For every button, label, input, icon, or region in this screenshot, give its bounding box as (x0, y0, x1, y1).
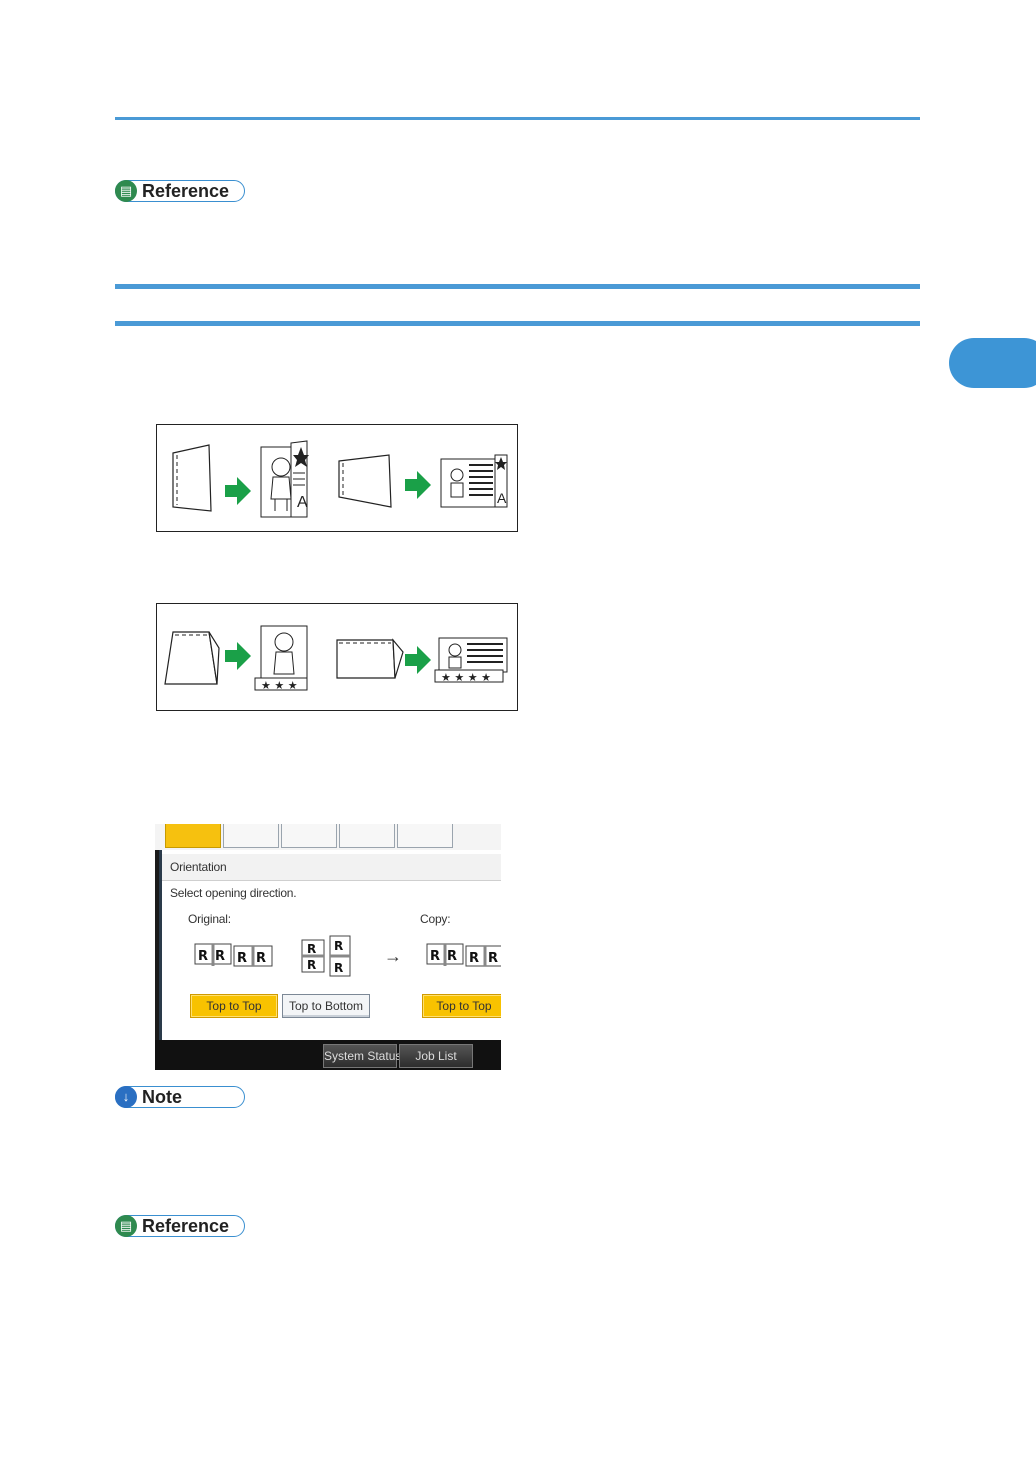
panel-tab-3[interactable] (281, 824, 337, 848)
reference-label-bottom-text: Reference (142, 1216, 230, 1236)
chapter-tab (949, 338, 1036, 388)
panel-tab-2[interactable] (223, 824, 279, 848)
section-rule-bottom (115, 321, 920, 326)
panel-tab-5[interactable] (397, 824, 453, 848)
top-binding-illustration: ★ ★ ★ ★ ★ ★ ★ (156, 603, 518, 711)
svg-text:R: R (307, 958, 316, 972)
svg-text:R: R (334, 939, 343, 953)
reference-icon-bottom: ▤ (115, 1215, 137, 1237)
panel-body: Orientation Select opening direction. Or… (159, 850, 501, 1040)
svg-text:R: R (488, 951, 498, 966)
direction-arrow: → (384, 946, 402, 966)
panel-instruction: Select opening direction. (170, 886, 297, 900)
svg-text:R: R (237, 951, 247, 966)
reference-label-bottom: ▤ Reference (115, 1215, 245, 1237)
svg-text:R: R (215, 949, 225, 964)
copy-side-by-side-icon: R R R R (426, 943, 501, 967)
svg-text:A: A (497, 490, 507, 506)
svg-text:A: A (297, 494, 308, 511)
svg-text:R: R (469, 951, 479, 966)
job-list-button[interactable]: Job List (399, 1044, 473, 1068)
orientation-panel: Orientation Select opening direction. Or… (155, 824, 501, 1070)
panel-footer: System Status Job List (155, 1040, 501, 1070)
original-label: Original: (188, 912, 231, 926)
original-top-to-bottom-button[interactable]: Top to Bottom (282, 994, 370, 1018)
left-binding-illustration: A A (156, 424, 518, 532)
copy-top-to-top-button[interactable]: Top to Top (422, 994, 501, 1018)
panel-section-title: Orientation (170, 860, 227, 874)
header-rule (115, 117, 920, 120)
svg-text:R: R (334, 961, 343, 975)
reference-icon: ▤ (115, 180, 137, 202)
svg-text:R: R (307, 942, 316, 956)
note-label: ↓ Note (115, 1086, 245, 1108)
copy-label: Copy: (420, 912, 451, 926)
system-status-button[interactable]: System Status (323, 1044, 401, 1068)
panel-tab-1[interactable] (165, 824, 221, 848)
svg-text:R: R (447, 949, 457, 964)
original-stacked-icon: R R R R (301, 935, 351, 977)
reference-label: ▤ Reference (115, 180, 245, 202)
panel-tab-4[interactable] (339, 824, 395, 848)
original-side-by-side-icon: R R R R (194, 943, 273, 967)
section-rule-top (115, 284, 920, 289)
original-top-to-top-button[interactable]: Top to Top (190, 994, 278, 1018)
reference-label-text: Reference (142, 181, 230, 201)
panel-title-bar: Orientation (162, 854, 501, 881)
svg-text:★ ★ ★: ★ ★ ★ (261, 679, 298, 692)
svg-text:★ ★ ★ ★: ★ ★ ★ ★ (441, 671, 491, 684)
svg-text:R: R (430, 949, 440, 964)
panel-tab-bar (155, 824, 501, 850)
svg-text:R: R (256, 951, 266, 966)
note-label-text: Note (142, 1087, 182, 1107)
note-icon: ↓ (115, 1086, 137, 1108)
svg-text:R: R (198, 949, 208, 964)
